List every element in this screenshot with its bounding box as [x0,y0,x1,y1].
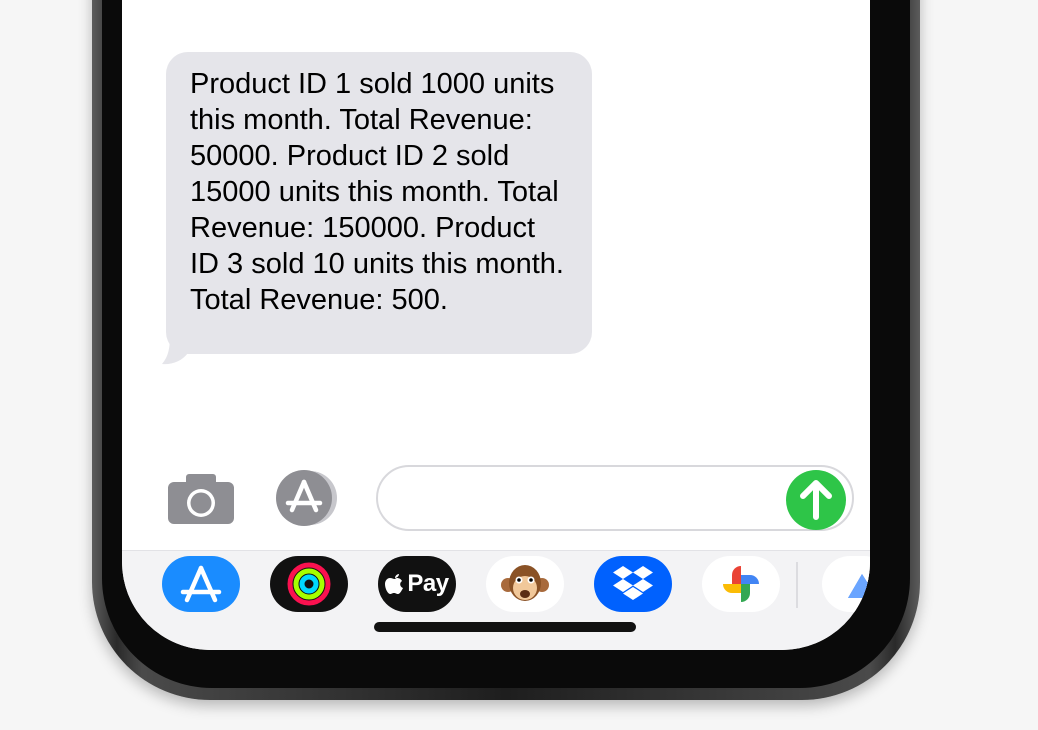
send-button[interactable] [786,470,846,530]
message-bubble-incoming: Product ID 1 sold 1000 units this month.… [166,52,592,354]
drawer-apple-pay[interactable]: Pay [378,556,456,612]
drawer-activity[interactable] [270,556,348,612]
mountain-icon [848,574,870,598]
activity-rings-icon [287,562,331,606]
message-input[interactable] [376,465,854,531]
drawer-dropbox[interactable] [594,556,672,612]
drawer-divider [796,562,798,608]
drawer-google-photos[interactable] [702,556,780,612]
app-store-icon [276,470,337,526]
messages-screen: Product ID 1 sold 1000 units this month.… [122,0,870,650]
app-store-icon [180,565,222,603]
apple-pay-icon [385,574,404,594]
bubble-tail [162,335,188,365]
dropbox-icon [613,566,653,600]
apple-pay-label: Pay [407,570,449,597]
pinwheel-icon [723,566,759,602]
monkey-animoji-icon [501,565,549,601]
drawer-animoji[interactable] [486,556,564,612]
drawer-partial-app[interactable] [822,556,870,612]
camera-icon [168,474,234,524]
send-arrow-icon [800,480,832,520]
drawer-app-store[interactable] [162,556,240,612]
home-indicator[interactable] [374,622,636,632]
camera-button[interactable] [168,474,234,524]
apps-button[interactable] [272,470,344,526]
